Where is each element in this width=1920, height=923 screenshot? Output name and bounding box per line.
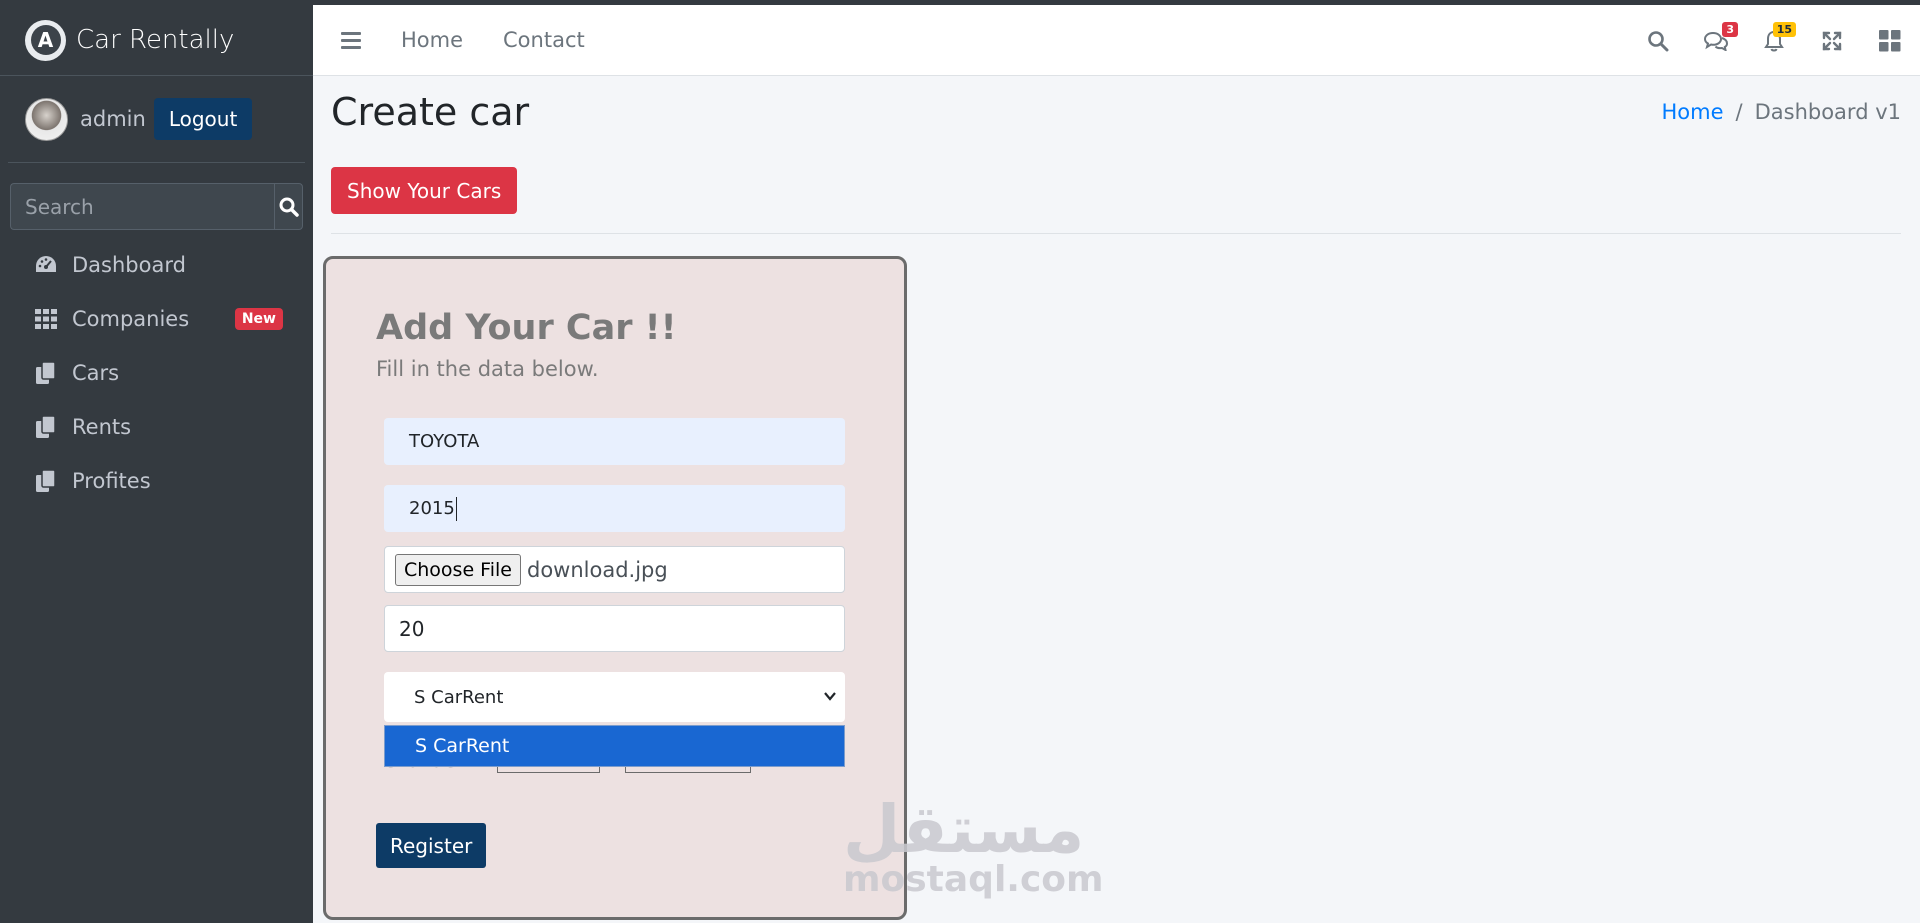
sidebar-nav: Dashboard Companies New Cars Rents Profi… bbox=[0, 238, 313, 508]
sidebar-item-profites[interactable]: Profites bbox=[0, 454, 313, 508]
sidebar-search-input[interactable] bbox=[10, 183, 274, 230]
user-name[interactable]: admin bbox=[80, 107, 146, 131]
price-input[interactable]: 20 bbox=[384, 605, 845, 652]
text-cursor bbox=[455, 496, 457, 521]
brand-logo-letter: A bbox=[30, 25, 61, 55]
watermark-latin: mostaql.com bbox=[843, 859, 1104, 900]
nav-link-contact[interactable]: Contact bbox=[503, 28, 585, 52]
copy-icon bbox=[34, 469, 58, 493]
messages-badge: 3 bbox=[1722, 21, 1738, 37]
brand-input-value: TOYOTA bbox=[409, 431, 480, 452]
company-dropdown-option[interactable]: S CarRent bbox=[384, 725, 845, 767]
sidebar-item-rents[interactable]: Rents bbox=[0, 400, 313, 454]
brand-name: Car Rentally bbox=[76, 25, 235, 55]
apps-grid-icon[interactable] bbox=[1878, 29, 1902, 53]
breadcrumb-home[interactable]: Home bbox=[1662, 100, 1724, 124]
search-icon bbox=[279, 197, 299, 217]
sidebar-item-label: Companies bbox=[72, 307, 190, 331]
company-option-label: S CarRent bbox=[415, 735, 510, 757]
grid-icon bbox=[34, 307, 58, 331]
brand-logo: A bbox=[25, 19, 66, 61]
sidebar-item-companies[interactable]: Companies New bbox=[0, 292, 313, 346]
nav-link-home[interactable]: Home bbox=[401, 28, 463, 52]
form-title: Add Your Car !! bbox=[376, 308, 677, 348]
menu-toggle-icon[interactable] bbox=[341, 31, 361, 49]
show-your-cars-button[interactable]: Show Your Cars bbox=[331, 167, 518, 214]
notifications-badge: 15 bbox=[1772, 21, 1796, 37]
chevron-down-icon bbox=[824, 692, 836, 701]
register-button[interactable]: Register bbox=[376, 823, 487, 868]
sidebar-item-dashboard[interactable]: Dashboard bbox=[0, 238, 313, 292]
fullscreen-icon[interactable] bbox=[1820, 29, 1844, 53]
content-header: Create car Home / Dashboard v1 bbox=[331, 90, 1901, 134]
watermark-logo: مستقل mostaql.com bbox=[843, 791, 1104, 900]
sidebar: A Car Rentally admin Logout Dashboard Co… bbox=[0, 5, 313, 923]
brand-input[interactable]: TOYOTA bbox=[384, 418, 845, 465]
navbar-right: 3 15 bbox=[1646, 5, 1902, 76]
year-input-value: 2015 bbox=[409, 498, 455, 519]
company-select[interactable]: S CarRent bbox=[384, 672, 845, 722]
file-name: download.jpg bbox=[526, 557, 668, 582]
avatar bbox=[25, 97, 68, 141]
dashboard-icon bbox=[34, 253, 58, 277]
top-navbar: Home Contact 3 15 bbox=[313, 5, 1920, 76]
search-icon[interactable] bbox=[1646, 29, 1670, 53]
image-file-input[interactable]: Choose File download.jpg bbox=[384, 546, 845, 593]
sidebar-item-label: Profites bbox=[72, 469, 151, 493]
add-car-card: Add Your Car !! Fill in the data below. … bbox=[323, 256, 907, 920]
sidebar-item-label: Rents bbox=[72, 415, 132, 439]
price-input-value: 20 bbox=[399, 616, 425, 641]
logout-button[interactable]: Logout bbox=[153, 98, 253, 140]
watermark-arabic: مستقل bbox=[843, 791, 1085, 868]
sidebar-item-cars[interactable]: Cars bbox=[0, 346, 313, 400]
sidebar-search-button[interactable] bbox=[274, 183, 303, 230]
user-panel: admin Logout bbox=[8, 76, 305, 163]
breadcrumb-current: Dashboard v1 bbox=[1754, 100, 1901, 124]
company-select-value: S CarRent bbox=[414, 686, 504, 708]
form-subtitle: Fill in the data below. bbox=[376, 357, 599, 381]
messages-icon[interactable]: 3 bbox=[1704, 21, 1738, 53]
divider bbox=[331, 233, 1901, 234]
copy-icon bbox=[34, 415, 58, 439]
sidebar-search bbox=[10, 183, 303, 230]
breadcrumb: Home / Dashboard v1 bbox=[1662, 100, 1902, 124]
bell-icon[interactable]: 15 bbox=[1762, 21, 1796, 53]
copy-icon bbox=[34, 361, 58, 385]
breadcrumb-separator: / bbox=[1735, 100, 1743, 124]
sidebar-item-label: Cars bbox=[72, 361, 120, 385]
choose-file-button[interactable]: Choose File bbox=[395, 553, 521, 586]
sidebar-item-label: Dashboard bbox=[72, 253, 186, 277]
new-badge: New bbox=[234, 308, 283, 330]
year-input[interactable]: 2015 bbox=[384, 485, 845, 532]
brand-link[interactable]: A Car Rentally bbox=[0, 5, 313, 76]
